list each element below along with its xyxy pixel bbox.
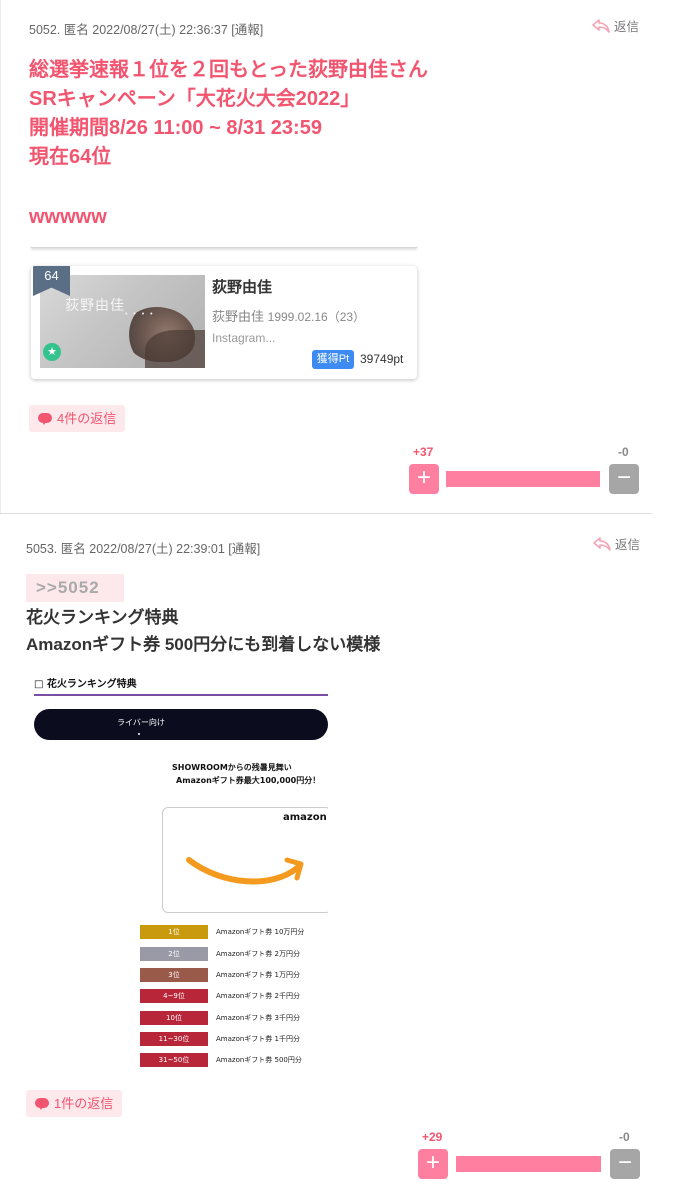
tier-prize: Amazonギフト券 2千円分 [216, 992, 300, 1000]
card-description: Instagram... [212, 331, 276, 345]
comment-5052: 5052. 匿名 2022/08/27(土) 22:36:37 [通報] 返信 … [0, 0, 676, 514]
upvote-button[interactable]: + [409, 464, 439, 494]
promo-heading-rule [34, 694, 328, 696]
comment-datetime: 2022/08/27(土) 22:39:01 [89, 542, 225, 556]
comment-body-line: 花火ランキング特典 [26, 608, 179, 627]
comment-body-line: 開催期間8/26 11:00 ~ 8/31 23:59 [29, 117, 322, 139]
comment-datetime: 2022/08/27(土) 22:36:37 [92, 23, 228, 37]
anchor-link[interactable]: >>5052 [26, 574, 124, 602]
thumbnail-watermark: 荻野由佳 [65, 297, 125, 313]
card-subtitle: 荻野由佳 1999.02.16（23） [212, 306, 365, 325]
report-link[interactable]: [通報] [228, 542, 260, 556]
speech-bubble-icon [38, 412, 52, 425]
replies-count: 4件の返信 [57, 411, 117, 426]
reply-label: 返信 [614, 20, 640, 34]
tier-rank: 4~9位 [140, 989, 208, 1003]
speech-bubble-icon [35, 1097, 49, 1110]
thumbnail-watermark-sub: • • • • [125, 311, 155, 318]
comment-body-line: 現在64位 [29, 146, 112, 168]
promo-image[interactable]: □ 花火ランキング特典 ライバー向け SHOWROOMからの残暑見舞い Amaz… [32, 670, 328, 1070]
tier-rank: 31~50位 [140, 1053, 208, 1067]
vote-ratio-bar [456, 1156, 601, 1172]
downvote-count: -0 [619, 1130, 630, 1144]
comment-body-line: 総選挙速報１位を２回もとった荻野由佳さん [29, 59, 428, 81]
upvote-count: +29 [422, 1130, 443, 1144]
replies-toggle[interactable]: 4件の返信 [29, 405, 126, 432]
embed-divider [31, 243, 417, 248]
card-title: 荻野由佳 [212, 279, 273, 296]
vote-ratio-bar [446, 471, 600, 487]
tier-rank: 10位 [140, 1011, 208, 1025]
comment-author: 匿名 [60, 542, 86, 556]
downvote-button[interactable]: − [610, 1149, 640, 1179]
replies-count: 1件の返信 [54, 1096, 114, 1111]
comment-meta: 5053. 匿名 2022/08/27(土) 22:39:01 [通報] [26, 538, 260, 557]
reply-arrow-icon [592, 18, 610, 33]
downvote-button[interactable]: − [609, 464, 639, 494]
comment-number: 5053. [26, 542, 58, 556]
promo-tab-dot [138, 733, 140, 735]
comment-body-line: wwwww [29, 206, 107, 228]
report-link[interactable]: [通報] [231, 23, 263, 37]
comment-meta: 5052. 匿名 2022/08/27(土) 22:36:37 [通報] [29, 19, 263, 38]
comment-body-line: SRキャンペーン「大花火大会2022」 [29, 88, 361, 110]
comment-author: 匿名 [63, 23, 89, 37]
tier-prize: Amazonギフト券 1千円分 [216, 1035, 300, 1043]
card-birth: 1999.02.16（23） [267, 310, 366, 324]
star-icon: ★ [43, 343, 61, 361]
amazon-smile-icon [186, 857, 304, 885]
tier-prize: Amazonギフト券 1万円分 [216, 971, 300, 979]
promo-heading: □ 花火ランキング特典 [34, 679, 137, 690]
thumbnail-hair [145, 330, 205, 368]
promo-subheadline: Amazonギフト券最大100,000円分！ [176, 776, 321, 785]
tier-prize: Amazonギフト券 500円分 [216, 1056, 302, 1064]
reply-label: 返信 [615, 538, 641, 552]
promo-tab-pill [34, 709, 328, 740]
card-subname: 荻野由佳 [212, 309, 265, 324]
tier-rank: 1位 [140, 925, 208, 939]
downvote-count: -0 [618, 445, 629, 459]
promo-tab-label: ライバー向け [117, 718, 165, 727]
comment-separator [0, 513, 652, 514]
tier-prize: Amazonギフト券 2万円分 [216, 950, 300, 958]
comment-number: 5052. [29, 23, 61, 37]
tier-rank: 11~30位 [140, 1032, 208, 1046]
reply-button[interactable]: 返信 [592, 16, 639, 35]
tier-prize: Amazonギフト券 10万円分 [216, 928, 305, 936]
tier-prize: Amazonギフト券 3千円分 [216, 1014, 300, 1022]
tier-rank: 2位 [140, 947, 208, 961]
amazon-logo: amazon [283, 812, 327, 823]
replies-toggle[interactable]: 1件の返信 [26, 1090, 123, 1117]
points-value: 39749pt [360, 352, 404, 366]
reply-button[interactable]: 返信 [593, 534, 640, 553]
upvote-count: +37 [413, 445, 434, 459]
points-badge: 獲得Pt [312, 350, 354, 369]
comment-body-line: Amazonギフト券 500円分にも到着しない模様 [26, 635, 381, 654]
showroom-link-card[interactable]: 荻野由佳 • • • • 64 ★ 荻野由佳 荻野由佳 1999.02.16（2… [31, 266, 417, 379]
promo-headline: SHOWROOMからの残暑見舞い [172, 763, 292, 772]
upvote-button[interactable]: + [418, 1149, 448, 1179]
reply-arrow-icon [593, 536, 611, 551]
tier-rank: 3位 [140, 968, 208, 982]
